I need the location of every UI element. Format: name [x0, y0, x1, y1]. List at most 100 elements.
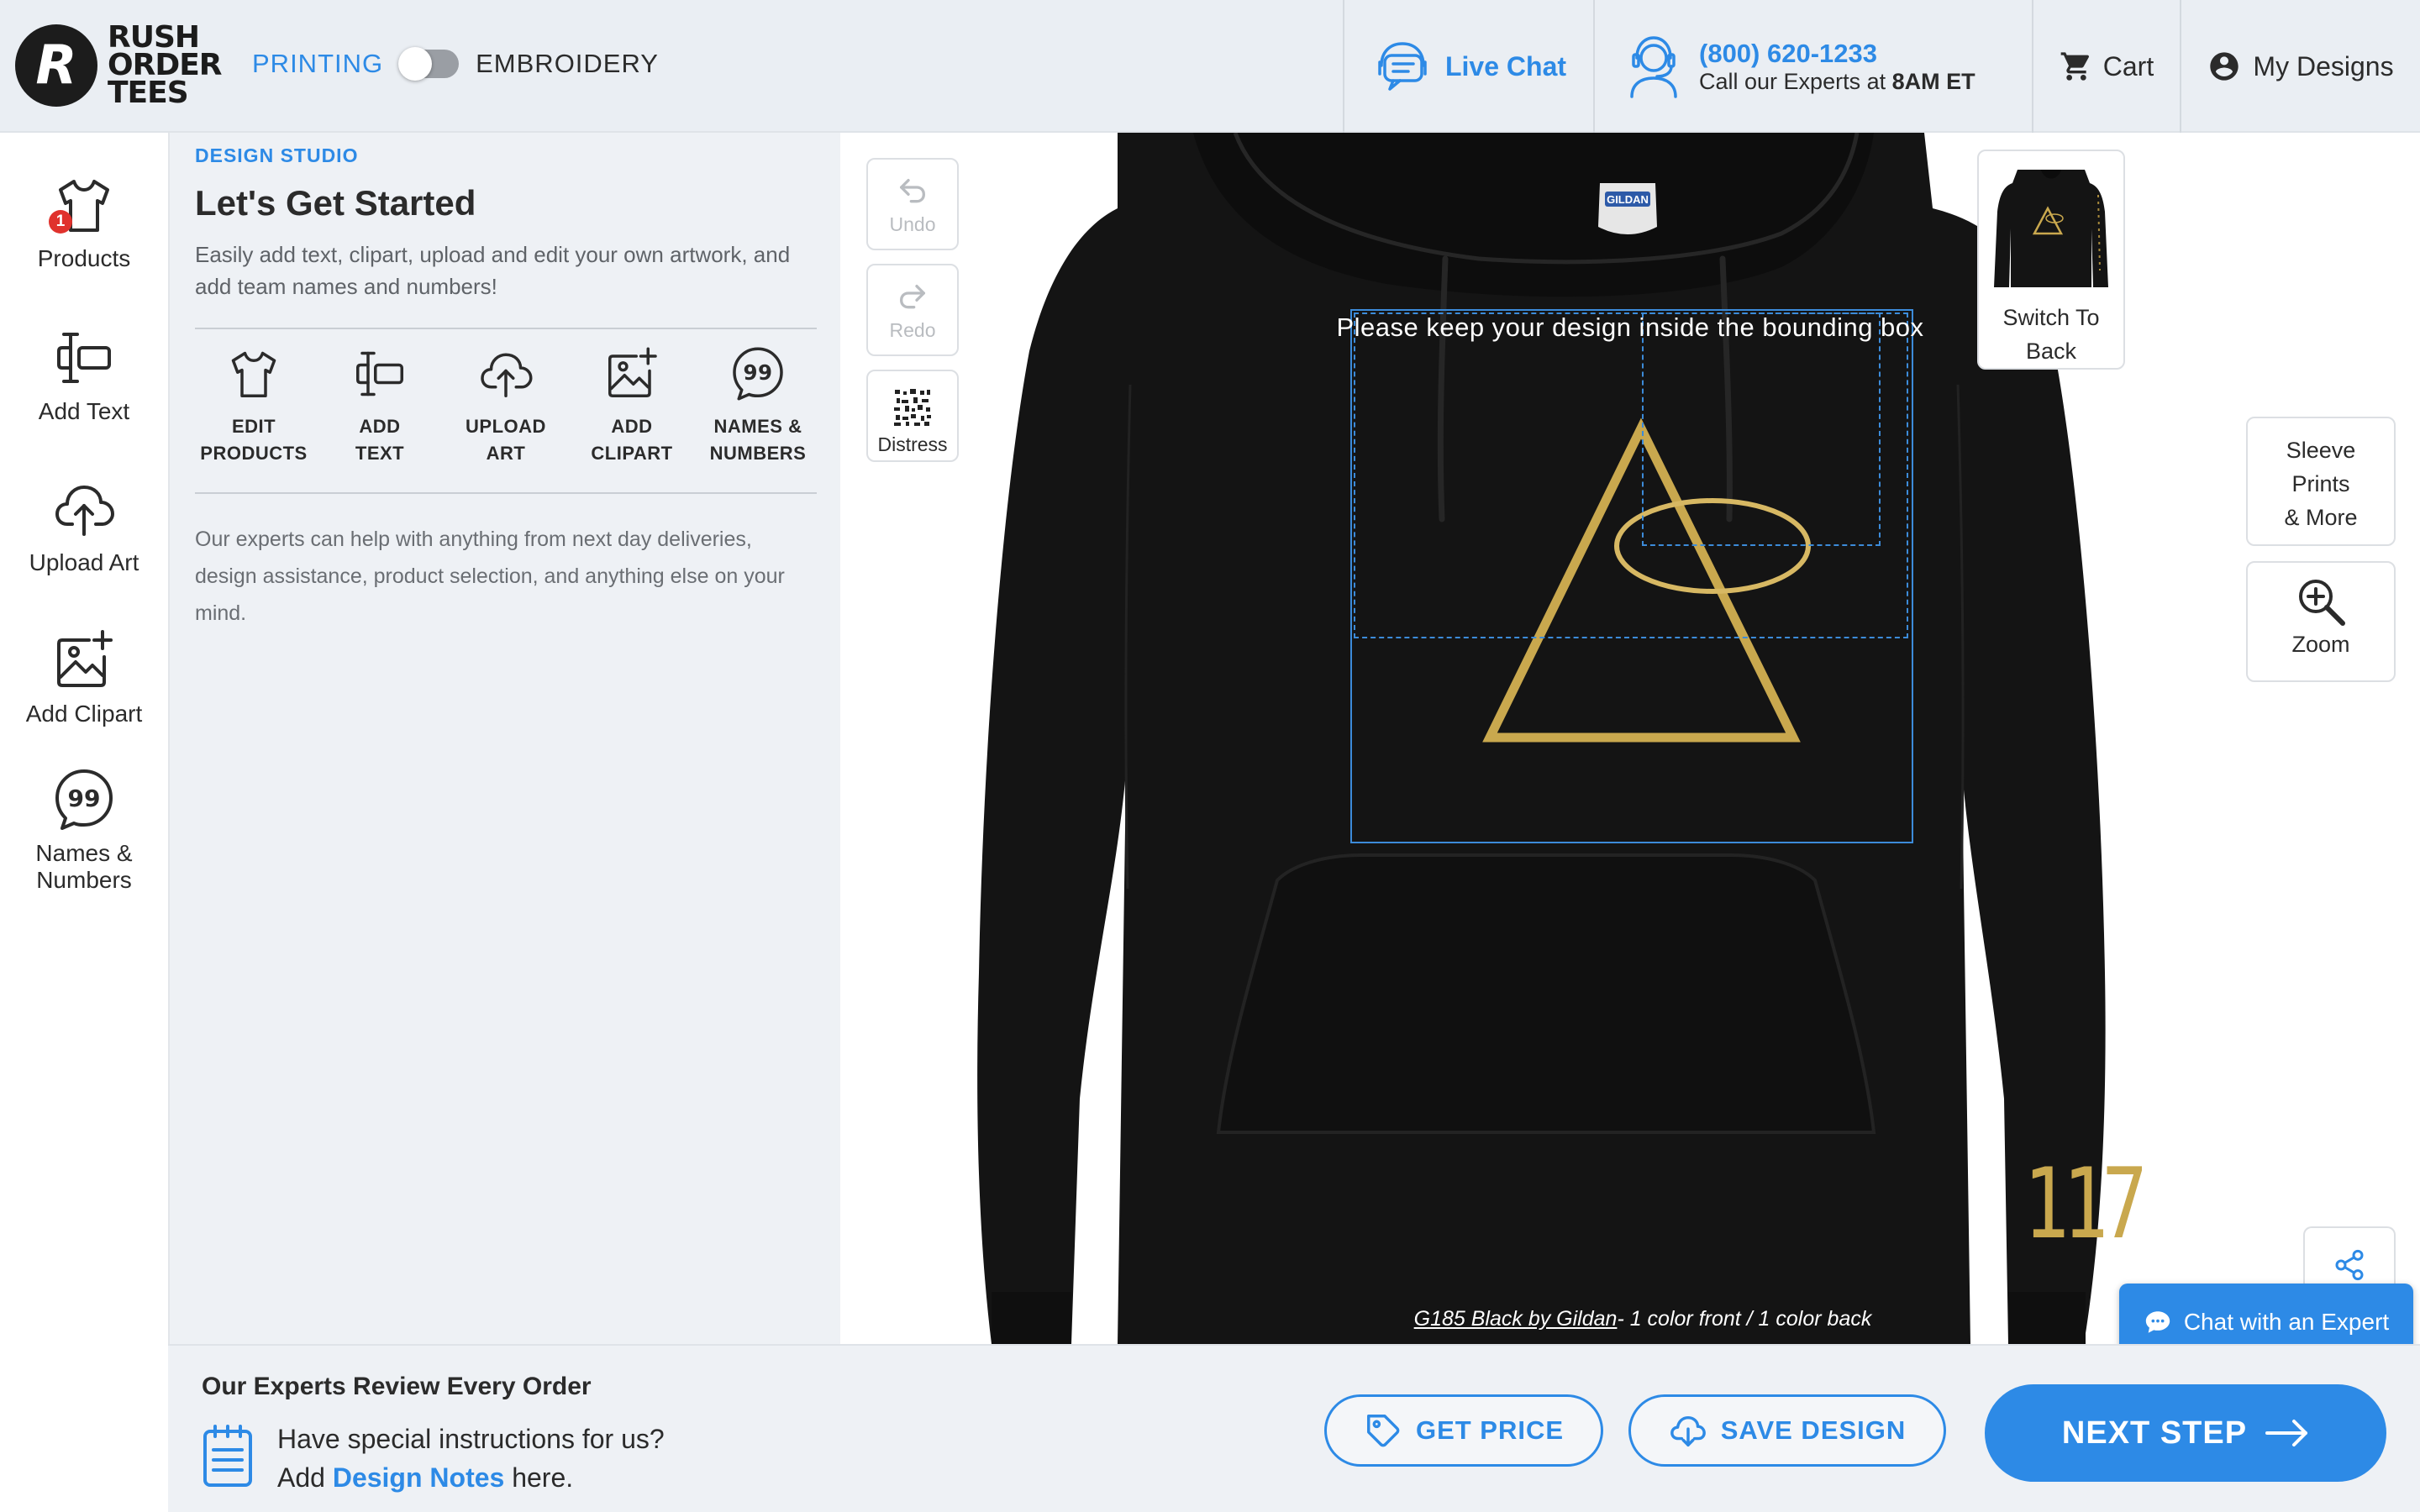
- tshirt-icon: [231, 351, 276, 397]
- phone-hours-prefix: Call our Experts at: [1699, 69, 1892, 94]
- mode-switch[interactable]: [398, 47, 460, 81]
- jersey-number-icon: 99: [55, 769, 113, 830]
- my-designs-label: My Designs: [2253, 50, 2394, 81]
- undo-icon: [900, 179, 925, 203]
- design-notes-prefix: Add: [277, 1462, 333, 1493]
- mode-printing-label[interactable]: PRINTING: [252, 49, 383, 79]
- undo-button[interactable]: Undo: [866, 158, 959, 250]
- rail-add-text[interactable]: Add Text: [0, 324, 168, 425]
- phone-hours-time: 8AM ET: [1891, 69, 1975, 94]
- phone-contact[interactable]: (800) 620-1233 Call our Experts at 8AM E…: [1593, 0, 2032, 133]
- cloud-upload-icon: [55, 486, 114, 536]
- tool-label: UPLOAD: [466, 416, 546, 437]
- zoom-button[interactable]: Zoom: [2246, 561, 2396, 682]
- rail-upload-art[interactable]: Upload Art: [0, 475, 168, 576]
- tool-upload-art[interactable]: UPLOAD ART: [447, 344, 565, 470]
- jersey-number-icon: 99: [733, 347, 783, 401]
- phone-number[interactable]: (800) 620-1233: [1699, 39, 1975, 69]
- live-chat-button[interactable]: Live Chat: [1343, 0, 1593, 133]
- tool-label: NAMES &: [713, 416, 802, 437]
- rail-names-numbers[interactable]: 99 Names & Numbers: [0, 766, 168, 894]
- switch-back-label-line2: Back: [2025, 339, 2077, 364]
- save-design-button[interactable]: SAVE DESIGN: [1628, 1394, 1946, 1467]
- distress-button[interactable]: Distress: [866, 370, 959, 462]
- sleeve-label-line3: & More: [2284, 505, 2358, 530]
- cart-button[interactable]: Cart: [2032, 0, 2180, 133]
- rail-upload-art-label: Upload Art: [29, 549, 139, 575]
- sleeve-label-line1: Sleeve: [2286, 438, 2356, 463]
- switch-knob: [398, 47, 433, 81]
- tool-shortcuts: EDIT PRODUCTS ADD TEXT UPLOAD ART ADD CL…: [195, 344, 817, 470]
- rail-add-text-label: Add Text: [38, 398, 130, 424]
- phone-text: (800) 620-1233 Call our Experts at 8AM E…: [1699, 39, 1975, 94]
- svg-text:99: 99: [68, 785, 101, 812]
- sleeve-label-line2: Prints: [2291, 471, 2350, 496]
- product-link[interactable]: G185 Black by Gildan: [1414, 1307, 1618, 1331]
- arrow-right-icon: [2265, 1420, 2308, 1446]
- rail-products-label: Products: [37, 245, 131, 271]
- site-logo[interactable]: R RUSH ORDER TEES: [15, 23, 223, 108]
- sleeve-prints-button[interactable]: Sleeve Prints & More: [2246, 417, 2396, 546]
- cart-label: Cart: [2102, 50, 2154, 81]
- chat-with-expert-button[interactable]: Chat with an Expert: [2119, 1284, 2413, 1344]
- next-step-button[interactable]: NEXT STEP: [1985, 1384, 2386, 1482]
- products-count-badge: 1: [49, 210, 72, 234]
- panel-description: Easily add text, clipart, upload and edi…: [195, 242, 791, 299]
- account-circle-icon: [2210, 52, 2239, 81]
- undo-label: Undo: [889, 213, 936, 235]
- svg-text:99: 99: [744, 360, 773, 385]
- chat-bubble-icon: [2145, 1311, 2170, 1333]
- distress-texture-icon: [893, 388, 932, 427]
- phone-hours: Call our Experts at 8AM ET: [1699, 69, 1975, 94]
- cloud-download-icon: [1670, 1415, 1706, 1446]
- text-cursor-icon: [356, 351, 403, 396]
- tool-label: ART: [486, 443, 526, 464]
- zoom-label: Zoom: [2291, 632, 2350, 657]
- design-notes-line1: Have special instructions for us?: [277, 1424, 665, 1454]
- distress-label: Distress: [877, 433, 948, 455]
- bottom-action-bar: Our Experts Review Every Order Have spec…: [168, 1344, 2420, 1512]
- panel-title: Let's Get Started: [195, 183, 476, 223]
- cart-icon: [2060, 52, 2089, 81]
- live-chat-label: Live Chat: [1444, 50, 1567, 81]
- bounding-box-message: Please keep your design inside the bound…: [1336, 312, 1924, 342]
- panel-help-text: Our experts can help with anything from …: [195, 528, 785, 625]
- rail-products[interactable]: 1 Products: [0, 171, 168, 272]
- panel-divider: [195, 492, 817, 494]
- my-designs-button[interactable]: My Designs: [2180, 0, 2420, 133]
- top-header: R RUSH ORDER TEES PRINTING EMBROIDERY Li…: [0, 0, 2420, 133]
- get-price-label: GET PRICE: [1415, 1415, 1565, 1445]
- get-price-button[interactable]: GET PRICE: [1324, 1394, 1603, 1467]
- image-add-icon: [608, 347, 657, 397]
- image-add-icon: [57, 630, 113, 687]
- tool-label: ADD: [359, 416, 401, 437]
- rail-add-clipart-label: Add Clipart: [25, 701, 143, 727]
- tool-label: CLIPART: [591, 443, 673, 464]
- design-notes-suffix: here.: [504, 1462, 574, 1493]
- rail-names-label-line2: Numbers: [36, 867, 132, 893]
- back-view-thumbnail: [1992, 161, 2110, 296]
- tool-label: NUMBERS: [709, 443, 807, 464]
- sleeve-number-print[interactable]: 117: [2023, 1147, 2148, 1261]
- design-notes-link[interactable]: Design Notes: [333, 1462, 504, 1493]
- design-studio-panel: DESIGN STUDIO Let's Get Started Easily a…: [168, 133, 840, 1344]
- chat-with-expert-label: Chat with an Expert: [2183, 1309, 2390, 1335]
- zoom-in-icon: [2299, 580, 2345, 626]
- design-canvas[interactable]: GILDAN Please keep your design inside th…: [840, 133, 2420, 1344]
- tool-add-clipart[interactable]: ADD CLIPART: [573, 344, 691, 470]
- tool-label: PRODUCTS: [200, 443, 308, 464]
- logo-mark: R: [15, 24, 97, 107]
- tool-edit-products[interactable]: EDIT PRODUCTS: [195, 344, 313, 470]
- print-mode-toggle: PRINTING EMBROIDERY: [252, 47, 659, 81]
- left-toolbar: 1 Products Add Text Upload Art Add Clipa…: [0, 133, 168, 1512]
- switch-to-back-button[interactable]: Switch To Back: [1977, 150, 2125, 370]
- next-step-label: NEXT STEP: [2061, 1415, 2248, 1451]
- redo-icon: [900, 285, 925, 309]
- rail-add-clipart[interactable]: Add Clipart: [0, 627, 168, 727]
- tool-names-numbers[interactable]: 99 NAMES & NUMBERS: [699, 344, 817, 470]
- mode-embroidery-label[interactable]: EMBROIDERY: [476, 49, 659, 79]
- tool-add-text[interactable]: ADD TEXT: [321, 344, 439, 470]
- redo-button[interactable]: Redo: [866, 264, 959, 356]
- chat-headset-icon: [1378, 42, 1427, 91]
- price-tag-icon: [1366, 1415, 1400, 1447]
